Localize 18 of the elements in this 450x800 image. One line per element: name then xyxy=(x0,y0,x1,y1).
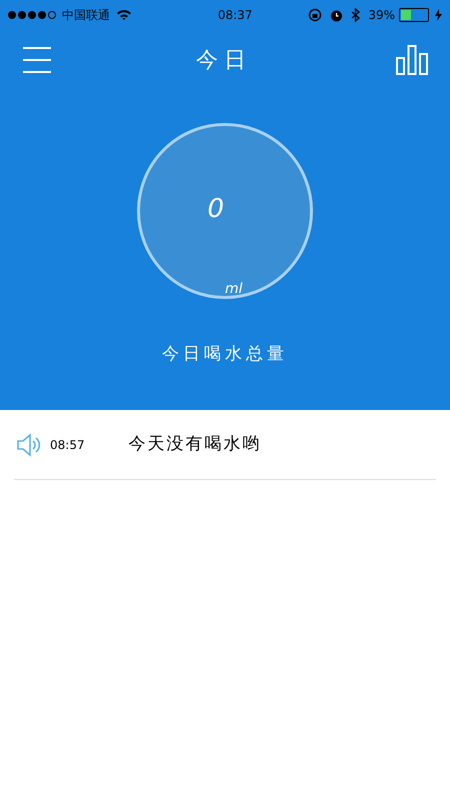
bluetooth-icon xyxy=(351,8,360,22)
page-title: 今日 xyxy=(196,46,252,74)
wifi-icon xyxy=(116,9,132,21)
battery-icon xyxy=(398,8,429,22)
water-amount: 0 xyxy=(207,196,224,222)
speaker-icon[interactable] xyxy=(16,432,42,458)
carrier-name: 中国联通 xyxy=(62,7,110,24)
bar-chart-icon[interactable] xyxy=(396,45,428,75)
record-time: 08:57 xyxy=(50,436,85,454)
menu-icon[interactable] xyxy=(22,45,52,75)
water-unit: ml xyxy=(225,282,243,299)
charging-icon xyxy=(434,9,442,21)
alarm-icon xyxy=(330,8,344,22)
rotation-lock-icon xyxy=(308,8,322,22)
record-message: 今天没有喝水哟 xyxy=(128,432,262,456)
status-time: 08:37 xyxy=(216,7,252,24)
total-label: 今日喝水总量 xyxy=(162,343,288,366)
battery-percent: 39% xyxy=(368,7,395,24)
